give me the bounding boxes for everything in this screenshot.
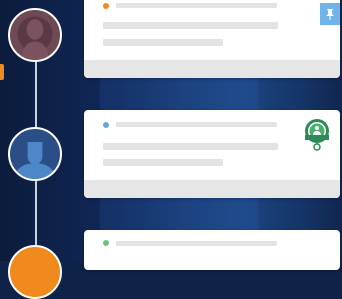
status-dot <box>103 3 109 9</box>
card-title-placeholder <box>116 122 277 127</box>
user-avatar[interactable] <box>8 245 62 299</box>
card-footer <box>84 180 340 198</box>
user-icon <box>10 247 60 297</box>
card-text-placeholder <box>103 22 278 29</box>
status-dot <box>103 240 109 246</box>
card-text-placeholder <box>103 39 223 46</box>
card-text-placeholder <box>103 159 223 166</box>
timeline-card[interactable] <box>84 230 340 270</box>
user-female-icon <box>17 16 53 60</box>
pin-button[interactable] <box>320 3 340 25</box>
user-male-icon <box>13 141 57 179</box>
card-text-placeholder <box>103 143 278 150</box>
user-avatar[interactable] <box>8 8 62 62</box>
card-title-placeholder <box>116 3 277 8</box>
timeline-card[interactable] <box>84 110 340 198</box>
card-footer <box>84 60 340 78</box>
pin-icon <box>326 9 334 20</box>
award-icon <box>305 119 329 151</box>
side-tab[interactable] <box>0 64 4 80</box>
status-dot <box>103 122 109 128</box>
timeline-card[interactable] <box>84 0 340 78</box>
card-title-placeholder <box>116 241 277 246</box>
user-avatar[interactable] <box>8 127 62 181</box>
